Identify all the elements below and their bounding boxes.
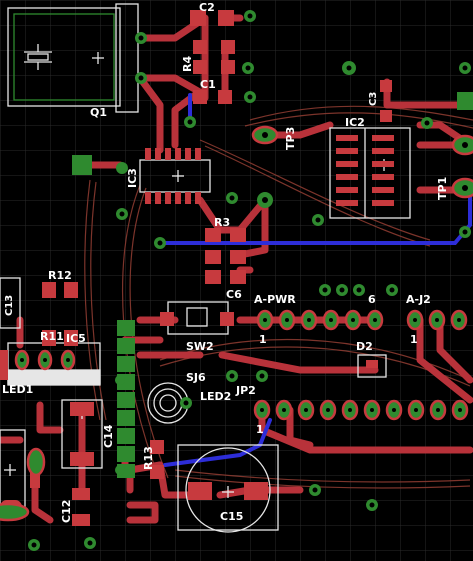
label-ic3: IC3 — [126, 168, 139, 188]
label-c3: C3 — [368, 92, 379, 106]
label-c2: C2 — [199, 1, 215, 14]
label-c14: C14 — [102, 424, 115, 448]
label-jp2-pin1: 1 — [256, 423, 264, 436]
label-ic5: IC5 — [66, 332, 86, 345]
label-a-j2: A-J2 — [406, 293, 431, 306]
label-q1: Q1 — [90, 106, 107, 119]
label-c1: C1 — [200, 78, 216, 91]
label-r12: R12 — [48, 269, 72, 282]
label-c13: C13 — [4, 295, 15, 316]
label-ic2: IC2 — [345, 116, 365, 129]
label-d2: D2 — [356, 340, 373, 353]
label-tp1: TP1 — [436, 177, 449, 200]
label-led1: LED1 — [2, 383, 33, 396]
label-jp2: JP2 — [235, 384, 256, 397]
label-c12: C12 — [60, 500, 73, 523]
label-sw2: SW2 — [186, 340, 214, 353]
label-r3: R3 — [214, 216, 230, 229]
label-c15: C15 — [220, 510, 243, 523]
pcb-layout: Q1 C2 R4 C1 C3 IC2 TP3 TP1 IC3 R3 C6 R12… — [0, 0, 473, 561]
label-tp3: TP3 — [284, 127, 297, 150]
label-c6: C6 — [226, 288, 242, 301]
label-r4: R4 — [181, 56, 194, 72]
label-r13: R13 — [142, 446, 155, 470]
label-r11: R11 — [40, 330, 64, 343]
label-sj6: SJ6 — [186, 371, 206, 384]
label-a-pwr: A-PWR — [254, 293, 296, 306]
label-led2: LED2 — [200, 390, 231, 403]
label-a-pwr-pin1: 1 — [259, 333, 267, 346]
label-a-pwr-pin6: 6 — [368, 293, 376, 306]
label-a-j2-pin1: 1 — [410, 333, 418, 346]
